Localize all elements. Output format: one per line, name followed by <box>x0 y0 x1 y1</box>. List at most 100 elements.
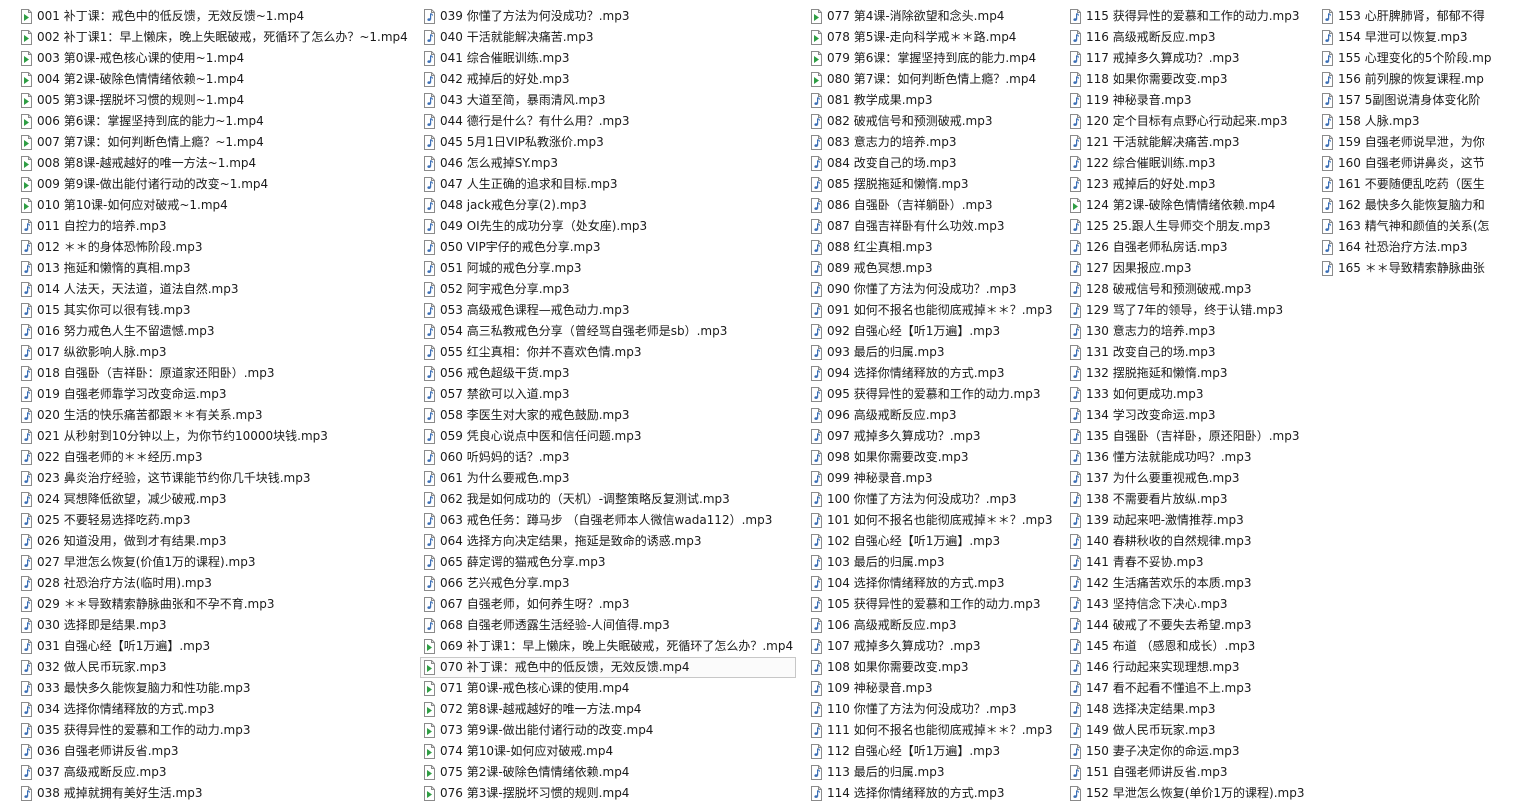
file-item[interactable]: 052 阿宇戒色分享.mp3 <box>420 279 796 300</box>
file-item[interactable]: 090 你懂了方法为何没成功？.mp3 <box>807 279 1062 300</box>
file-item[interactable]: 019 自强老师靠学习改变命运.mp3 <box>17 384 415 405</box>
file-item[interactable]: 138 不需要看片放纵.mp3 <box>1066 489 1314 510</box>
file-item[interactable]: 086 自强卧（吉祥躺卧）.mp3 <box>807 195 1062 216</box>
file-item[interactable]: 088 红尘真相.mp3 <box>807 237 1062 258</box>
file-item[interactable]: 011 自控力的培养.mp3 <box>17 216 415 237</box>
file-item[interactable]: 099 神秘录音.mp3 <box>807 468 1062 489</box>
file-item[interactable]: 049 OI先生的成功分享（处女座).mp3 <box>420 216 796 237</box>
file-item[interactable]: 108 如果你需要改变.mp3 <box>807 657 1062 678</box>
file-item[interactable]: 096 高级戒断反应.mp3 <box>807 405 1062 426</box>
file-item[interactable]: 115 获得异性的爱慕和工作的动力.mp3 <box>1066 6 1314 27</box>
file-item[interactable]: 013 拖延和懒惰的真相.mp3 <box>17 258 415 279</box>
file-item[interactable]: 121 干活就能解决痛苦.mp3 <box>1066 132 1314 153</box>
file-item[interactable]: 100 你懂了方法为何没成功？.mp3 <box>807 489 1062 510</box>
file-item[interactable]: 142 生活痛苦欢乐的本质.mp3 <box>1066 573 1314 594</box>
file-item[interactable]: 034 选择你情绪释放的方式.mp3 <box>17 699 415 720</box>
file-item[interactable]: 107 戒掉多久算成功？.mp3 <box>807 636 1062 657</box>
file-item[interactable]: 048 jack戒色分享(2).mp3 <box>420 195 796 216</box>
file-item[interactable]: 039 你懂了方法为何没成功？.mp3 <box>420 6 796 27</box>
file-item[interactable]: 106 高级戒断反应.mp3 <box>807 615 1062 636</box>
file-item[interactable]: 050 VIP宇仔的戒色分享.mp3 <box>420 237 796 258</box>
file-item[interactable]: 148 选择决定结果.mp3 <box>1066 699 1314 720</box>
file-item[interactable]: 091 如何不报名也能彻底戒掉＊＊？.mp3 <box>807 300 1062 321</box>
file-item[interactable]: 102 自强心经【听1万遍】.mp3 <box>807 531 1062 552</box>
file-item[interactable]: 004 第2课-破除色情情绪依赖~1.mp4 <box>17 69 415 90</box>
file-item[interactable]: 123 戒掉后的好处.mp3 <box>1066 174 1314 195</box>
file-item[interactable]: 159 自强老师说早泄，为你 <box>1318 132 1518 153</box>
file-item[interactable]: 132 摆脱拖延和懒惰.mp3 <box>1066 363 1314 384</box>
file-item[interactable]: 165 ＊＊导致精索静脉曲张 <box>1318 258 1518 279</box>
file-item[interactable]: 124 第2课-破除色情情绪依赖.mp4 <box>1066 195 1314 216</box>
file-item[interactable]: 059 凭良心说点中医和信任问题.mp3 <box>420 426 796 447</box>
file-item[interactable]: 061 为什么要戒色.mp3 <box>420 468 796 489</box>
file-item[interactable]: 117 戒掉多久算成功？.mp3 <box>1066 48 1314 69</box>
file-item[interactable]: 045 5月1日VIP私教涨价.mp3 <box>420 132 796 153</box>
file-item[interactable]: 041 综合催眠训练.mp3 <box>420 48 796 69</box>
file-item[interactable]: 016 努力戒色人生不留遗憾.mp3 <box>17 321 415 342</box>
file-item[interactable]: 060 听妈妈的话？.mp3 <box>420 447 796 468</box>
file-item[interactable]: 017 纵欲影响人脉.mp3 <box>17 342 415 363</box>
file-item[interactable]: 044 德行是什么？有什么用？.mp3 <box>420 111 796 132</box>
file-item[interactable]: 010 第10课-如何应对破戒~1.mp4 <box>17 195 415 216</box>
file-item[interactable]: 072 第8课-越戒越好的唯一方法.mp4 <box>420 699 796 720</box>
file-item[interactable]: 018 自强卧（吉祥卧：原道家还阳卧）.mp3 <box>17 363 415 384</box>
file-item[interactable]: 157 5副图说清身体变化阶 <box>1318 90 1518 111</box>
file-item[interactable]: 095 获得异性的爱慕和工作的动力.mp3 <box>807 384 1062 405</box>
file-item[interactable]: 020 生活的快乐痛苦都跟＊＊有关系.mp3 <box>17 405 415 426</box>
file-item[interactable]: 031 自强心经【听1万遍】.mp3 <box>17 636 415 657</box>
file-item[interactable]: 125 25.跟人生导师交个朋友.mp3 <box>1066 216 1314 237</box>
file-item[interactable]: 040 干活就能解决痛苦.mp3 <box>420 27 796 48</box>
file-item[interactable]: 129 骂了7年的领导，终于认错.mp3 <box>1066 300 1314 321</box>
file-item[interactable]: 002 补丁课1：早上懒床，晚上失眠破戒，死循环了怎么办？~1.mp4 <box>17 27 415 48</box>
file-item[interactable]: 084 改变自己的场.mp3 <box>807 153 1062 174</box>
file-item[interactable]: 092 自强心经【听1万遍】.mp3 <box>807 321 1062 342</box>
file-item[interactable]: 058 李医生对大家的戒色鼓励.mp3 <box>420 405 796 426</box>
file-item[interactable]: 105 获得异性的爱慕和工作的动力.mp3 <box>807 594 1062 615</box>
file-item[interactable]: 057 禁欲可以入道.mp3 <box>420 384 796 405</box>
file-item[interactable]: 032 做人民币玩家.mp3 <box>17 657 415 678</box>
file-item[interactable]: 068 自强老师透露生活经验-人间值得.mp3 <box>420 615 796 636</box>
file-item[interactable]: 146 行动起来实现理想.mp3 <box>1066 657 1314 678</box>
file-item[interactable]: 140 春耕秋收的自然规律.mp3 <box>1066 531 1314 552</box>
file-item[interactable]: 073 第9课-做出能付诸行动的改变.mp4 <box>420 720 796 741</box>
file-item[interactable]: 037 高级戒断反应.mp3 <box>17 762 415 783</box>
file-item[interactable]: 122 综合催眠训练.mp3 <box>1066 153 1314 174</box>
file-item[interactable]: 029 ＊＊导致精索静脉曲张和不孕不育.mp3 <box>17 594 415 615</box>
file-item[interactable]: 036 自强老师讲反省.mp3 <box>17 741 415 762</box>
file-item[interactable]: 012 ＊＊的身体恐怖阶段.mp3 <box>17 237 415 258</box>
file-item[interactable]: 116 高级戒断反应.mp3 <box>1066 27 1314 48</box>
file-item[interactable]: 160 自强老师讲鼻炎，这节 <box>1318 153 1518 174</box>
file-item[interactable]: 101 如何不报名也能彻底戒掉＊＊？.mp3 <box>807 510 1062 531</box>
file-item[interactable]: 074 第10课-如何应对破戒.mp4 <box>420 741 796 762</box>
file-item[interactable]: 047 人生正确的追求和目标.mp3 <box>420 174 796 195</box>
file-item[interactable]: 118 如果你需要改变.mp3 <box>1066 69 1314 90</box>
file-item[interactable]: 143 坚持信念下决心.mp3 <box>1066 594 1314 615</box>
file-item[interactable]: 023 鼻炎治疗经验，这节课能节约你几千块钱.mp3 <box>17 468 415 489</box>
file-item[interactable]: 119 神秘录音.mp3 <box>1066 90 1314 111</box>
file-item[interactable]: 114 选择你情绪释放的方式.mp3 <box>807 783 1062 804</box>
file-item[interactable]: 053 高级戒色课程—戒色动力.mp3 <box>420 300 796 321</box>
file-item[interactable]: 024 冥想降低欲望，减少破戒.mp3 <box>17 489 415 510</box>
file-item[interactable]: 046 怎么戒掉SY.mp3 <box>420 153 796 174</box>
file-item[interactable]: 161 不要随便乱吃药（医生 <box>1318 174 1518 195</box>
file-item[interactable]: 145 布道 （感恩和成长）.mp3 <box>1066 636 1314 657</box>
file-item[interactable]: 149 做人民币玩家.mp3 <box>1066 720 1314 741</box>
file-item[interactable]: 110 你懂了方法为何没成功？.mp3 <box>807 699 1062 720</box>
file-item[interactable]: 075 第2课-破除色情情绪依赖.mp4 <box>420 762 796 783</box>
file-item[interactable]: 120 定个目标有点野心行动起来.mp3 <box>1066 111 1314 132</box>
file-item[interactable]: 093 最后的归属.mp3 <box>807 342 1062 363</box>
file-item[interactable]: 030 选择即是结果.mp3 <box>17 615 415 636</box>
file-item[interactable]: 104 选择你情绪释放的方式.mp3 <box>807 573 1062 594</box>
file-item[interactable]: 113 最后的归属.mp3 <box>807 762 1062 783</box>
file-item[interactable]: 144 破戒了不要失去希望.mp3 <box>1066 615 1314 636</box>
file-item[interactable]: 134 学习改变命运.mp3 <box>1066 405 1314 426</box>
file-item[interactable]: 006 第6课：掌握坚持到底的能力~1.mp4 <box>17 111 415 132</box>
file-item[interactable]: 078 第5课-走向科学戒＊＊路.mp4 <box>807 27 1062 48</box>
file-item[interactable]: 005 第3课-摆脱坏习惯的规则~1.mp4 <box>17 90 415 111</box>
file-item[interactable]: 085 摆脱拖延和懒惰.mp3 <box>807 174 1062 195</box>
file-item[interactable]: 128 破戒信号和预测破戒.mp3 <box>1066 279 1314 300</box>
file-item[interactable]: 135 自强卧（吉祥卧，原还阳卧）.mp3 <box>1066 426 1314 447</box>
file-item[interactable]: 070 补丁课：戒色中的低反馈，无效反馈.mp4 <box>420 657 796 678</box>
file-item[interactable]: 063 戒色任务：蹲马步 （自强老师本人微信wada112）.mp3 <box>420 510 796 531</box>
file-item[interactable]: 051 阿城的戒色分享.mp3 <box>420 258 796 279</box>
